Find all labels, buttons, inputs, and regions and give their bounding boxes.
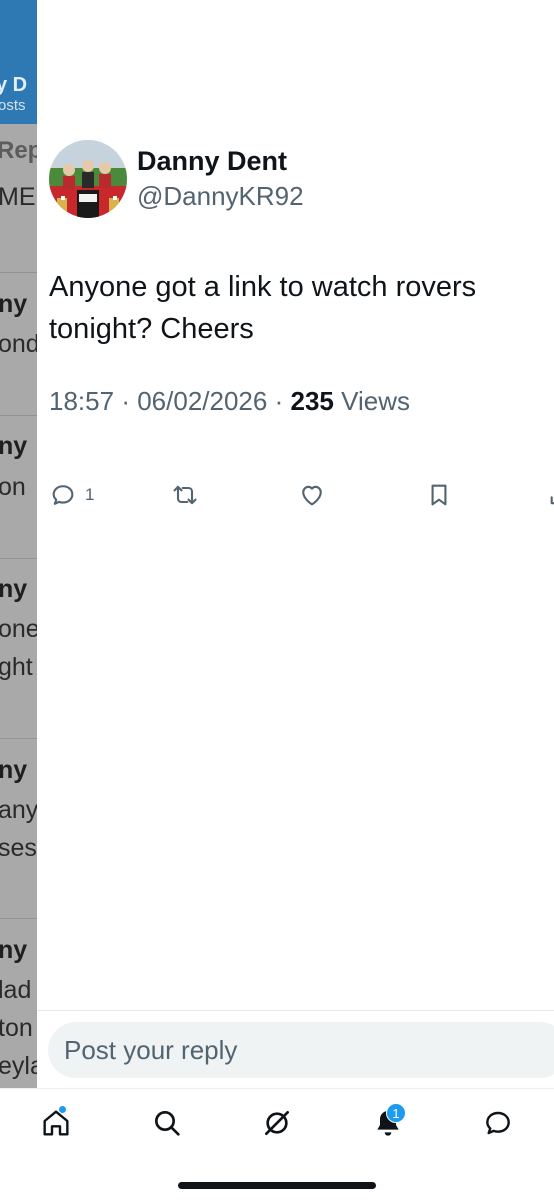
nav-search[interactable]: [147, 1103, 187, 1143]
background-text-fragment: ses: [0, 834, 37, 862]
background-text-fragment: lad: [0, 976, 32, 1004]
background-text-fragment: on: [0, 473, 26, 501]
background-divider: [0, 272, 37, 273]
background-profile-name: y D: [0, 74, 28, 96]
background-profile-posts-count: osts: [0, 97, 26, 114]
post-time[interactable]: 18:57: [49, 386, 114, 416]
home-new-indicator: [58, 1105, 67, 1114]
reply-icon: [52, 485, 74, 505]
background-text-fragment: one: [0, 615, 37, 643]
background-text-fragment: ny: [0, 290, 28, 318]
background-text-fragment: any: [0, 796, 37, 824]
nav-notifications[interactable]: 1: [368, 1103, 408, 1143]
background-text-fragment: eyla: [0, 1052, 37, 1080]
grok-icon: [265, 1111, 289, 1135]
meta-separator: ·: [121, 386, 130, 416]
nav-grok[interactable]: [257, 1103, 297, 1143]
author-handle[interactable]: @DannyKR92: [137, 181, 304, 212]
notifications-badge: 1: [386, 1103, 406, 1123]
repost-button[interactable]: [171, 478, 199, 512]
background-text-fragment: ny: [0, 936, 28, 964]
search-icon: [155, 1111, 180, 1136]
post-text: Anyone got a link to watch rovers tonigh…: [49, 271, 477, 345]
post-date[interactable]: 06/02/2026: [137, 386, 267, 416]
reply-input[interactable]: [64, 1022, 544, 1078]
background-text-fragment: ME I: [0, 183, 37, 211]
author-name[interactable]: Danny Dent: [137, 146, 287, 177]
nav-home[interactable]: [36, 1103, 76, 1143]
background-text-fragment: ny: [0, 575, 28, 603]
post-detail-sheet: Danny Dent @DannyKR92 Anyone got a link …: [37, 0, 554, 1200]
reply-button[interactable]: 1: [49, 478, 94, 512]
background-text-fragment: ond: [0, 330, 37, 358]
share-icon: [550, 496, 554, 505]
avatar[interactable]: [49, 140, 127, 218]
avatar-photo-icon: [49, 140, 127, 218]
views-label: Views: [341, 386, 411, 416]
background-divider: [0, 918, 37, 919]
home-indicator: [178, 1182, 376, 1189]
background-text-fragment: ny: [0, 756, 28, 784]
home-icon: [43, 1110, 69, 1136]
divider: [37, 1010, 554, 1011]
background-divider: [0, 558, 37, 559]
background-profile-panel: y D osts Rep ME I ny ond ny on ny one gh…: [0, 0, 37, 1088]
reply-box[interactable]: [48, 1022, 554, 1078]
background-text-fragment: ny: [0, 432, 28, 460]
like-button[interactable]: [298, 478, 326, 512]
background-profile-header: y D osts: [0, 0, 37, 124]
background-text-fragment: ton: [0, 1014, 33, 1042]
reply-count: 1: [85, 485, 95, 504]
heart-icon: [302, 485, 322, 506]
share-button[interactable]: [547, 478, 554, 512]
message-icon: [486, 1111, 510, 1135]
post-meta: 18:57 · 06/02/2026 · 235 Views: [49, 386, 410, 417]
post-actions: 1: [37, 478, 554, 512]
background-text-fragment: ght: [0, 653, 33, 681]
views-count: 235: [290, 386, 334, 416]
bookmark-button[interactable]: [425, 478, 453, 512]
background-replies-tab: Rep: [0, 137, 37, 164]
nav-messages[interactable]: [478, 1103, 518, 1143]
repost-icon: [173, 485, 197, 505]
meta-separator: ·: [274, 386, 284, 416]
bookmark-icon: [431, 484, 447, 506]
background-divider: [0, 415, 37, 416]
background-divider: [0, 738, 37, 739]
